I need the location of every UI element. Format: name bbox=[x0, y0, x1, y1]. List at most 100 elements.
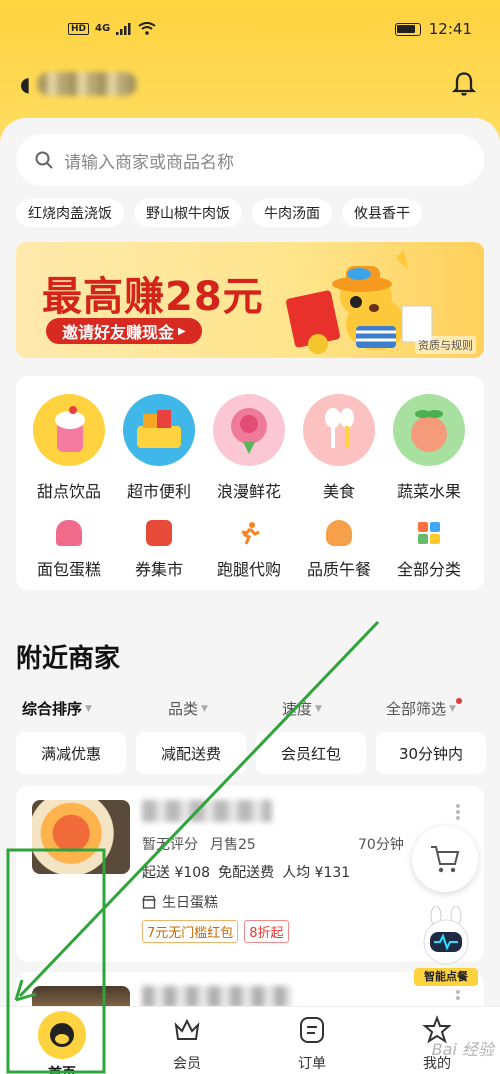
sort-speed[interactable]: 速度 ▼ bbox=[282, 698, 322, 719]
caret-down-icon: ▼ bbox=[315, 703, 322, 714]
shop-monthly-sales: 月售25 bbox=[210, 837, 256, 853]
food-cutlery-icon bbox=[303, 394, 375, 466]
category-supermarket[interactable]: 超市便利 bbox=[114, 394, 204, 502]
category-flowers[interactable]: 浪漫鲜花 bbox=[204, 394, 294, 502]
status-bar: HD 4G 12:41 bbox=[0, 0, 500, 60]
status-right: 12:41 bbox=[394, 20, 472, 38]
sort-label: 速度 bbox=[282, 700, 313, 718]
caret-down-icon: ▼ bbox=[449, 703, 456, 714]
sort-bar: 综合排序 ▼ 品类 ▼ 速度 ▼ 全部筛选 ▼ bbox=[0, 698, 500, 722]
more-options-icon[interactable]: • • bbox=[454, 986, 462, 1006]
location-selector[interactable]: ◖ bbox=[20, 66, 137, 102]
category-card: 甜点饮品 超市便利 浪漫鲜花 美食 蔬菜水果 面包蛋糕 券集市 跑腿代购 品质午… bbox=[16, 376, 484, 590]
search-icon bbox=[35, 151, 53, 169]
filter-chip[interactable]: 满减优惠 bbox=[16, 732, 126, 774]
category-label: 全部分类 bbox=[396, 560, 461, 579]
hot-tag[interactable]: 攸县香干 bbox=[342, 199, 422, 227]
hot-search-tags: 红烧肉盖浇饭 野山椒牛肉饭 牛肉汤面 攸县香干 bbox=[16, 199, 422, 227]
category-lunch[interactable]: 品质午餐 bbox=[294, 520, 384, 580]
shop-delivery-info: 起送 ¥108 免配送费 人均 ¥131 bbox=[142, 862, 350, 882]
coupon-icon bbox=[146, 520, 172, 546]
tab-member[interactable]: 会员 bbox=[137, 1015, 237, 1073]
banner-title: 最高赚28元 bbox=[42, 274, 264, 320]
shop-delivery-time: 70分钟 bbox=[358, 837, 404, 853]
hd-badge: HD bbox=[68, 22, 90, 35]
more-options-icon[interactable]: • • • bbox=[454, 800, 462, 826]
search-placeholder: 请输入商家或商品名称 bbox=[64, 152, 234, 173]
search-input[interactable]: 请输入商家或商品名称 bbox=[16, 134, 484, 186]
shop-category: 生日蛋糕 bbox=[142, 892, 218, 912]
shop-avg-price: 人均 ¥131 bbox=[282, 865, 351, 881]
category-fruit[interactable]: 蔬菜水果 bbox=[384, 394, 474, 502]
smart-order-label: 智能点餐 bbox=[414, 968, 478, 986]
category-label: 跑腿代购 bbox=[216, 560, 281, 579]
tab-orders[interactable]: 订单 bbox=[262, 1015, 362, 1073]
banner-invite-button[interactable]: 邀请好友赚现金 ▶ bbox=[46, 318, 202, 344]
category-coupons[interactable]: 券集市 bbox=[114, 520, 204, 580]
category-label: 浪漫鲜花 bbox=[216, 482, 281, 501]
lunch-bowl-icon bbox=[326, 520, 352, 546]
smart-order-button[interactable]: 智能点餐 bbox=[414, 905, 478, 986]
crown-icon bbox=[174, 1018, 200, 1040]
dessert-drink-icon bbox=[33, 394, 105, 466]
filter-chip[interactable]: 30分钟内 bbox=[376, 732, 486, 774]
shop-rating: 暂无评分 bbox=[142, 837, 198, 853]
cart-button[interactable] bbox=[412, 826, 478, 892]
order-list-icon bbox=[300, 1017, 324, 1043]
location-address-blurred bbox=[36, 72, 137, 96]
category-label: 券集市 bbox=[134, 560, 183, 579]
filter-chip[interactable]: 减配送费 bbox=[136, 732, 246, 774]
category-cake[interactable]: 面包蛋糕 bbox=[24, 520, 114, 580]
quick-filters: 满减优惠 减配送费 会员红包 30分钟内 bbox=[16, 732, 486, 774]
status-left: HD 4G bbox=[68, 22, 156, 35]
tab-label: 首页 bbox=[48, 1066, 76, 1074]
category-label: 面包蛋糕 bbox=[36, 560, 101, 579]
bell-icon[interactable] bbox=[450, 70, 478, 98]
shop-delivery-fee: 免配送费 bbox=[218, 865, 275, 881]
shop-coupons: 7元无门槛红包 8折起 bbox=[142, 920, 289, 943]
category-dessert[interactable]: 甜点饮品 bbox=[24, 394, 114, 502]
shop-min-order: 起送 ¥108 bbox=[142, 865, 211, 881]
tab-label: 会员 bbox=[173, 1056, 201, 1072]
category-errands[interactable]: 跑腿代购 bbox=[204, 520, 294, 580]
shop-stats: 暂无评分 月售25 bbox=[142, 834, 256, 854]
category-food[interactable]: 美食 bbox=[294, 394, 384, 502]
sort-all-filters[interactable]: 全部筛选 ▼ bbox=[386, 698, 462, 719]
sort-category[interactable]: 品类 ▼ bbox=[168, 698, 208, 719]
category-label: 美食 bbox=[322, 482, 355, 501]
shop-name-blurred bbox=[142, 800, 272, 822]
watermark-logo: Bai 经验 bbox=[431, 1040, 494, 1059]
cake-icon bbox=[56, 520, 82, 546]
category-label: 品质午餐 bbox=[306, 560, 371, 579]
robot-icon bbox=[423, 905, 469, 965]
category-label: 蔬菜水果 bbox=[396, 482, 461, 501]
shop-name-blurred bbox=[142, 986, 292, 1008]
invite-banner[interactable]: 最高赚28元 邀请好友赚现金 ▶ 资质与规则 bbox=[16, 242, 484, 358]
hot-tag[interactable]: 野山椒牛肉饭 bbox=[134, 199, 242, 227]
shop-image bbox=[32, 800, 130, 874]
coupon-badge: 7元无门槛红包 bbox=[142, 920, 239, 943]
notification-dot bbox=[455, 698, 462, 704]
category-all[interactable]: 全部分类 bbox=[384, 520, 474, 580]
tab-home[interactable]: 首页 bbox=[12, 1011, 112, 1074]
hot-tag[interactable]: 牛肉汤面 bbox=[252, 199, 332, 227]
category-label: 超市便利 bbox=[126, 482, 191, 501]
banner-rules-link[interactable]: 资质与规则 bbox=[415, 336, 476, 354]
filter-chip[interactable]: 会员红包 bbox=[256, 732, 366, 774]
discount-badge: 8折起 bbox=[244, 920, 289, 943]
sort-label: 综合排序 bbox=[22, 700, 83, 718]
sort-label: 品类 bbox=[168, 700, 199, 718]
sort-comprehensive[interactable]: 综合排序 ▼ bbox=[22, 698, 92, 719]
grid-icon bbox=[416, 520, 442, 546]
tab-label: 订单 bbox=[298, 1056, 326, 1072]
peach-fruit-icon bbox=[393, 394, 465, 466]
signal-icon bbox=[116, 22, 131, 35]
network-label: 4G bbox=[95, 23, 111, 34]
runner-icon bbox=[236, 520, 262, 546]
caret-down-icon: ▼ bbox=[201, 703, 208, 714]
store-icon bbox=[142, 895, 156, 909]
bottom-tab-bar: 首页 会员 订单 我的 bbox=[0, 1006, 500, 1074]
hot-tag[interactable]: 红烧肉盖浇饭 bbox=[16, 199, 124, 227]
home-face-icon bbox=[38, 1011, 86, 1059]
clock: 12:41 bbox=[428, 20, 472, 38]
